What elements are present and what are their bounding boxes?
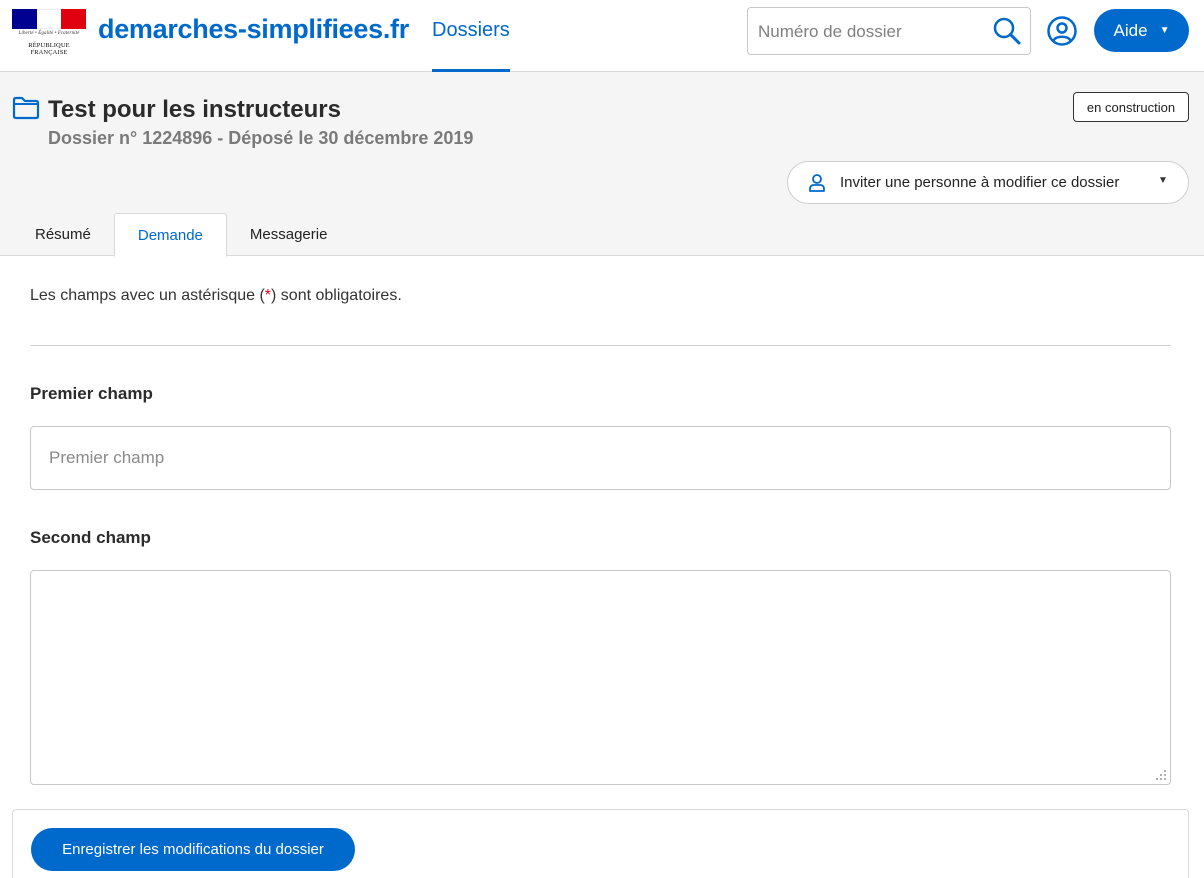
resize-grip-icon[interactable] (1155, 769, 1167, 781)
notice-text-start: Les champs avec un astérisque ( (30, 287, 265, 304)
tab-resume[interactable]: Résumé (12, 213, 114, 256)
search-input[interactable] (758, 20, 983, 44)
dossier-tabs: Résumé Demande Messagerie (12, 213, 351, 257)
search-icon[interactable] (992, 16, 1022, 46)
invite-button-label: Inviter une personne à modifier ce dossi… (840, 174, 1120, 191)
help-button[interactable]: Aide ▼ (1094, 9, 1189, 52)
second-champ-label: Second champ (30, 528, 151, 547)
premier-champ-label: Premier champ (30, 384, 153, 403)
tab-messagerie[interactable]: Messagerie (227, 213, 351, 256)
brand-link[interactable]: demarches-simplifiees.fr (98, 14, 409, 45)
caret-down-icon: ▼ (1159, 25, 1170, 36)
status-badge: en construction (1073, 92, 1189, 122)
nav-dossiers[interactable]: Dossiers (432, 0, 510, 72)
republique-francaise-logo[interactable]: Liberté • Égalité • Fraternité RÉPUBLIQU… (12, 9, 87, 56)
search-box (747, 7, 1031, 55)
logo-motto: Liberté • Égalité • Fraternité (18, 31, 80, 36)
tab-demande[interactable]: Demande (113, 213, 227, 257)
dossier-subtitle: Dossier n° 1224896 - Déposé le 30 décemb… (48, 128, 474, 148)
save-dossier-button[interactable]: Enregistrer les modifications du dossier (31, 828, 355, 871)
premier-champ-input[interactable] (30, 426, 1171, 490)
top-header: Liberté • Égalité • Fraternité RÉPUBLIQU… (0, 0, 1204, 72)
notice-text-end: ) sont obligatoires. (271, 287, 402, 304)
second-champ-textarea[interactable] (30, 570, 1171, 785)
procedure-title: Test pour les instructeurs (48, 96, 341, 123)
required-fields-notice: Les champs avec un astérisque (*) sont o… (30, 287, 402, 305)
user-account-icon[interactable] (1046, 15, 1078, 47)
invite-person-button[interactable]: Inviter une personne à modifier ce dossi… (787, 161, 1189, 204)
folder-icon (12, 96, 40, 120)
logo-name: RÉPUBLIQUE FRANÇAISE (28, 42, 70, 56)
caret-down-icon: ▼ (1158, 175, 1168, 186)
help-button-label: Aide (1113, 20, 1148, 40)
person-icon (809, 174, 825, 192)
dossier-header: Test pour les instructeurs Dossier n° 12… (0, 72, 1204, 257)
tricolor-flag-icon (12, 9, 87, 29)
section-divider (30, 345, 1171, 346)
